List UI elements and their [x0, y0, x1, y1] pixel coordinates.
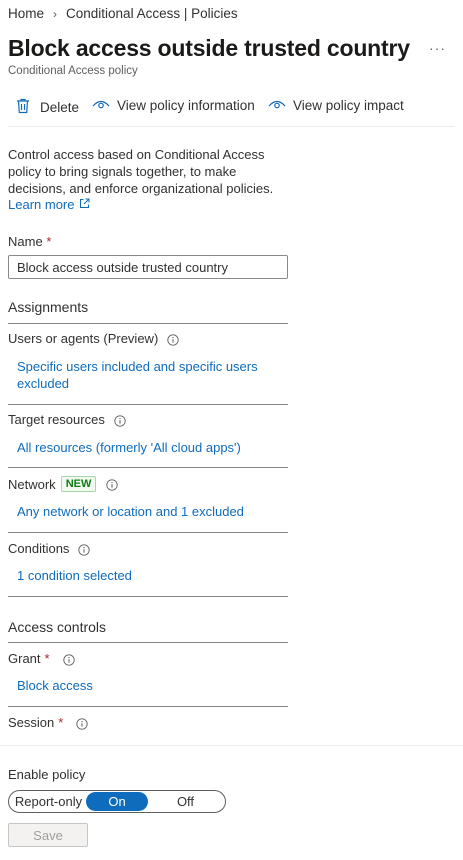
divider [8, 532, 288, 533]
users-label-text: Users or agents (Preview) [8, 331, 159, 346]
divider [8, 323, 288, 324]
trash-icon [16, 98, 30, 117]
grant-link[interactable]: Block access [17, 678, 93, 693]
eye-icon [92, 98, 110, 113]
eye-icon [268, 98, 286, 113]
users-selection-link[interactable]: Specific users included and specific use… [17, 358, 279, 392]
view-policy-information-button[interactable]: View policy information [92, 98, 255, 113]
learn-more-label: Learn more [8, 197, 75, 212]
network-label-text: Network [8, 476, 56, 492]
view-policy-impact-label: View policy impact [293, 98, 404, 113]
view-policy-information-label: View policy information [117, 98, 255, 113]
breadcrumb-separator: › [53, 6, 58, 21]
toolbar-divider [8, 126, 455, 127]
conditions-label: Conditions [8, 541, 91, 556]
conditions-link[interactable]: 1 condition selected [17, 568, 132, 583]
divider [8, 467, 288, 468]
delete-button[interactable]: Delete [16, 98, 79, 117]
users-label: Users or agents (Preview) [8, 331, 179, 346]
more-options-button[interactable]: ··· [429, 40, 446, 56]
divider [8, 706, 288, 707]
footer-divider [0, 745, 463, 746]
info-icon[interactable] [78, 541, 91, 556]
target-resources-label: Target resources [8, 412, 126, 427]
external-link-icon [79, 197, 90, 212]
page-title: Block access outside trusted country [8, 35, 410, 61]
info-icon[interactable] [62, 651, 75, 666]
required-mark: * [46, 234, 52, 249]
access-controls-heading: Access controls [8, 619, 107, 635]
grant-label: Grant * [8, 651, 75, 666]
network-label: Network NEW [8, 476, 119, 492]
intro-description: Control access based on Conditional Acce… [8, 147, 274, 196]
breadcrumb-home[interactable]: Home [8, 6, 44, 21]
info-icon[interactable] [167, 331, 179, 346]
page-subtitle: Conditional Access policy [8, 65, 138, 77]
target-resources-label-text: Target resources [8, 412, 105, 427]
toggle-option-report-only[interactable]: Report-only [11, 792, 86, 811]
divider [8, 596, 288, 597]
name-label-text: Name [8, 234, 43, 249]
save-button[interactable]: Save [8, 823, 88, 847]
new-badge: NEW [60, 476, 97, 492]
view-policy-impact-button[interactable]: View policy impact [268, 98, 404, 113]
name-label: Name * [8, 234, 51, 249]
enable-policy-toggle[interactable]: Report-only On Off [8, 790, 226, 813]
toggle-option-on[interactable]: On [86, 792, 148, 811]
network-link[interactable]: Any network or location and 1 excluded [17, 504, 244, 519]
breadcrumb: Home › Conditional Access | Policies [8, 6, 238, 21]
breadcrumb-current[interactable]: Conditional Access | Policies [66, 6, 238, 21]
grant-label-text: Grant [8, 651, 41, 666]
toggle-option-off[interactable]: Off [148, 792, 223, 811]
conditions-label-text: Conditions [8, 541, 70, 556]
info-icon[interactable] [76, 715, 88, 730]
divider [8, 642, 288, 643]
required-mark: * [44, 651, 50, 666]
learn-more-link[interactable]: Learn more [8, 197, 90, 212]
session-label: Session * [8, 715, 88, 730]
divider [8, 404, 288, 405]
session-label-text: Session [8, 715, 55, 730]
target-resources-link[interactable]: All resources (formerly 'All cloud apps'… [17, 440, 241, 455]
info-icon[interactable] [114, 412, 126, 427]
delete-label: Delete [40, 100, 80, 115]
enable-policy-label: Enable policy [8, 767, 86, 782]
policy-name-input[interactable] [8, 255, 288, 279]
required-mark: * [58, 715, 64, 730]
assignments-heading: Assignments [8, 299, 89, 315]
info-icon[interactable] [106, 477, 119, 492]
